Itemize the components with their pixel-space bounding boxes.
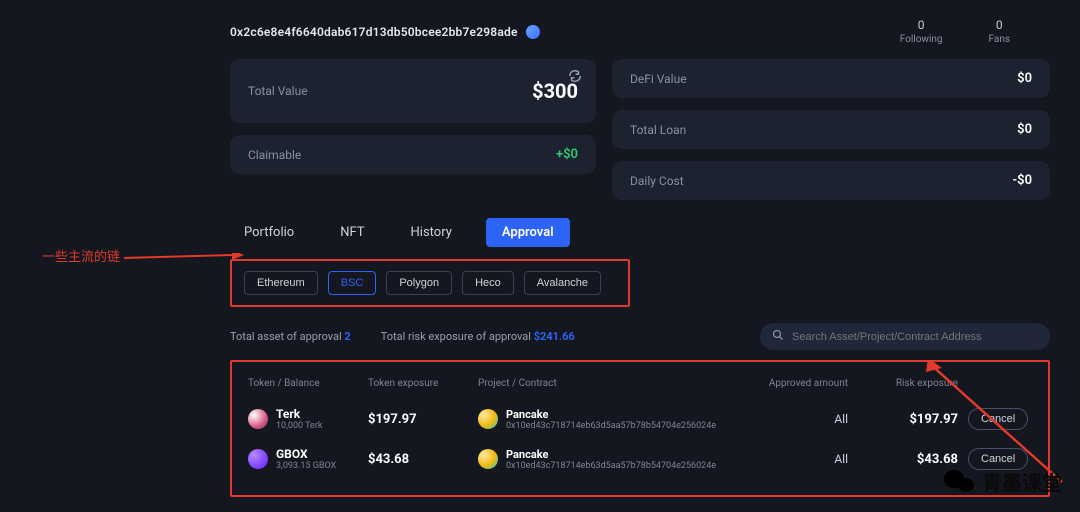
total-asset-summary: Total asset of approval 2: [230, 330, 351, 343]
defi-value-card: DeFi Value $0: [612, 59, 1050, 98]
search-input[interactable]: [792, 331, 1038, 343]
risk-exposure: $197.97: [858, 412, 968, 427]
total-value-label: Total Value: [248, 84, 308, 98]
daily-cost-card: Daily Cost -$0: [612, 161, 1050, 200]
risk-exposure-summary: Total risk exposure of approval $241.66: [381, 330, 575, 343]
follow-stats: 0 Following 0 Fans: [900, 18, 1010, 45]
project-icon: [478, 409, 498, 429]
token-exposure: $43.68: [368, 452, 478, 467]
annotation-arrow-icon: [124, 253, 244, 263]
total-loan: $0: [1017, 122, 1032, 137]
project-icon: [478, 449, 498, 469]
tab-history[interactable]: History: [399, 218, 464, 247]
cancel-button[interactable]: Cancel: [968, 408, 1028, 430]
risk-exposure-total: $241.66: [534, 330, 575, 343]
following-stat[interactable]: 0 Following: [900, 18, 943, 45]
daily-cost: -$0: [1012, 173, 1032, 188]
defi-value-label: DeFi Value: [630, 72, 687, 86]
token-balance: 3,093.15 GBOX: [276, 461, 336, 471]
fans-label: Fans: [989, 34, 1010, 45]
col-project: Project / Contract: [478, 378, 758, 389]
stats-cards: Total Value $300 Claimable +$0 DeFi Valu…: [230, 59, 1050, 200]
project-name: Pancake: [506, 448, 716, 461]
main-tabs: Portfolio NFT History Approval: [230, 214, 1050, 259]
chain-chip-ethereum[interactable]: Ethereum: [244, 271, 318, 295]
chain-chip-polygon[interactable]: Polygon: [386, 271, 452, 295]
chain-chip-bsc[interactable]: BSC: [328, 271, 377, 295]
total-asset-count: 2: [344, 330, 350, 343]
approval-summary-row: Total asset of approval 2 Total risk exp…: [230, 323, 1050, 350]
claimable-card: Claimable +$0: [230, 135, 596, 174]
chain-chip-heco[interactable]: Heco: [462, 271, 514, 295]
fans-stat[interactable]: 0 Fans: [989, 18, 1010, 45]
watermark-text: 青墨课堂: [982, 467, 1062, 496]
col-approved: Approved amount: [758, 378, 858, 389]
table-row: Terk 10,000 Terk $197.97 Pancake 0x10ed4…: [248, 399, 1032, 439]
project-address: 0x10ed43c718714eb63d5aa57b78b54704e25602…: [506, 461, 716, 471]
search-icon: [772, 329, 784, 344]
col-token: Token / Balance: [248, 378, 368, 389]
total-loan-card: Total Loan $0: [612, 110, 1050, 149]
main-panel: 0x2c6e8e4f6640dab617d13db50bcee2bb7e298a…: [230, 0, 1050, 497]
following-count: 0: [900, 18, 943, 32]
approval-table: Token / Balance Token exposure Project /…: [230, 360, 1050, 497]
token-icon: [248, 449, 268, 469]
annotation-label: 一些主流的链: [42, 246, 120, 265]
table-row: GBOX 3,093.15 GBOX $43.68 Pancake 0x10ed…: [248, 439, 1032, 479]
project-name: Pancake: [506, 408, 716, 421]
project-address: 0x10ed43c718714eb63d5aa57b78b54704e25602…: [506, 421, 716, 431]
approved-amount: All: [758, 452, 858, 466]
total-loan-label: Total Loan: [630, 123, 686, 137]
wallet-address: 0x2c6e8e4f6640dab617d13db50bcee2bb7e298a…: [230, 25, 518, 39]
approved-amount: All: [758, 412, 858, 426]
token-name: Terk: [276, 407, 322, 421]
table-header: Token / Balance Token exposure Project /…: [248, 374, 1032, 399]
token-name: GBOX: [276, 447, 336, 461]
col-exposure: Token exposure: [368, 378, 478, 389]
header-bar: 0x2c6e8e4f6640dab617d13db50bcee2bb7e298a…: [230, 0, 1050, 59]
total-value-card: Total Value $300: [230, 59, 596, 123]
fans-count: 0: [989, 18, 1010, 32]
claimable-label: Claimable: [248, 148, 301, 162]
wallet-address-wrap: 0x2c6e8e4f6640dab617d13db50bcee2bb7e298a…: [230, 25, 540, 39]
search-box[interactable]: [760, 323, 1050, 350]
tab-portfolio[interactable]: Portfolio: [232, 218, 306, 247]
chain-filter-box: Ethereum BSC Polygon Heco Avalanche: [230, 259, 630, 307]
token-exposure: $197.97: [368, 412, 478, 427]
claimable-value: +$0: [556, 147, 578, 162]
wechat-icon: [944, 466, 974, 496]
defi-value: $0: [1017, 71, 1032, 86]
token-balance: 10,000 Terk: [276, 421, 322, 431]
token-icon: [248, 409, 268, 429]
chain-chip-avalanche[interactable]: Avalanche: [524, 271, 601, 295]
verified-badge-icon: [526, 25, 540, 39]
col-risk: Risk exposure: [858, 378, 968, 389]
refresh-icon[interactable]: [568, 69, 582, 86]
risk-exposure: $43.68: [858, 452, 968, 467]
watermark: 青墨课堂: [944, 466, 1062, 496]
daily-cost-label: Daily Cost: [630, 174, 684, 188]
tab-nft[interactable]: NFT: [328, 218, 376, 247]
following-label: Following: [900, 34, 943, 45]
tab-approval[interactable]: Approval: [486, 218, 570, 247]
